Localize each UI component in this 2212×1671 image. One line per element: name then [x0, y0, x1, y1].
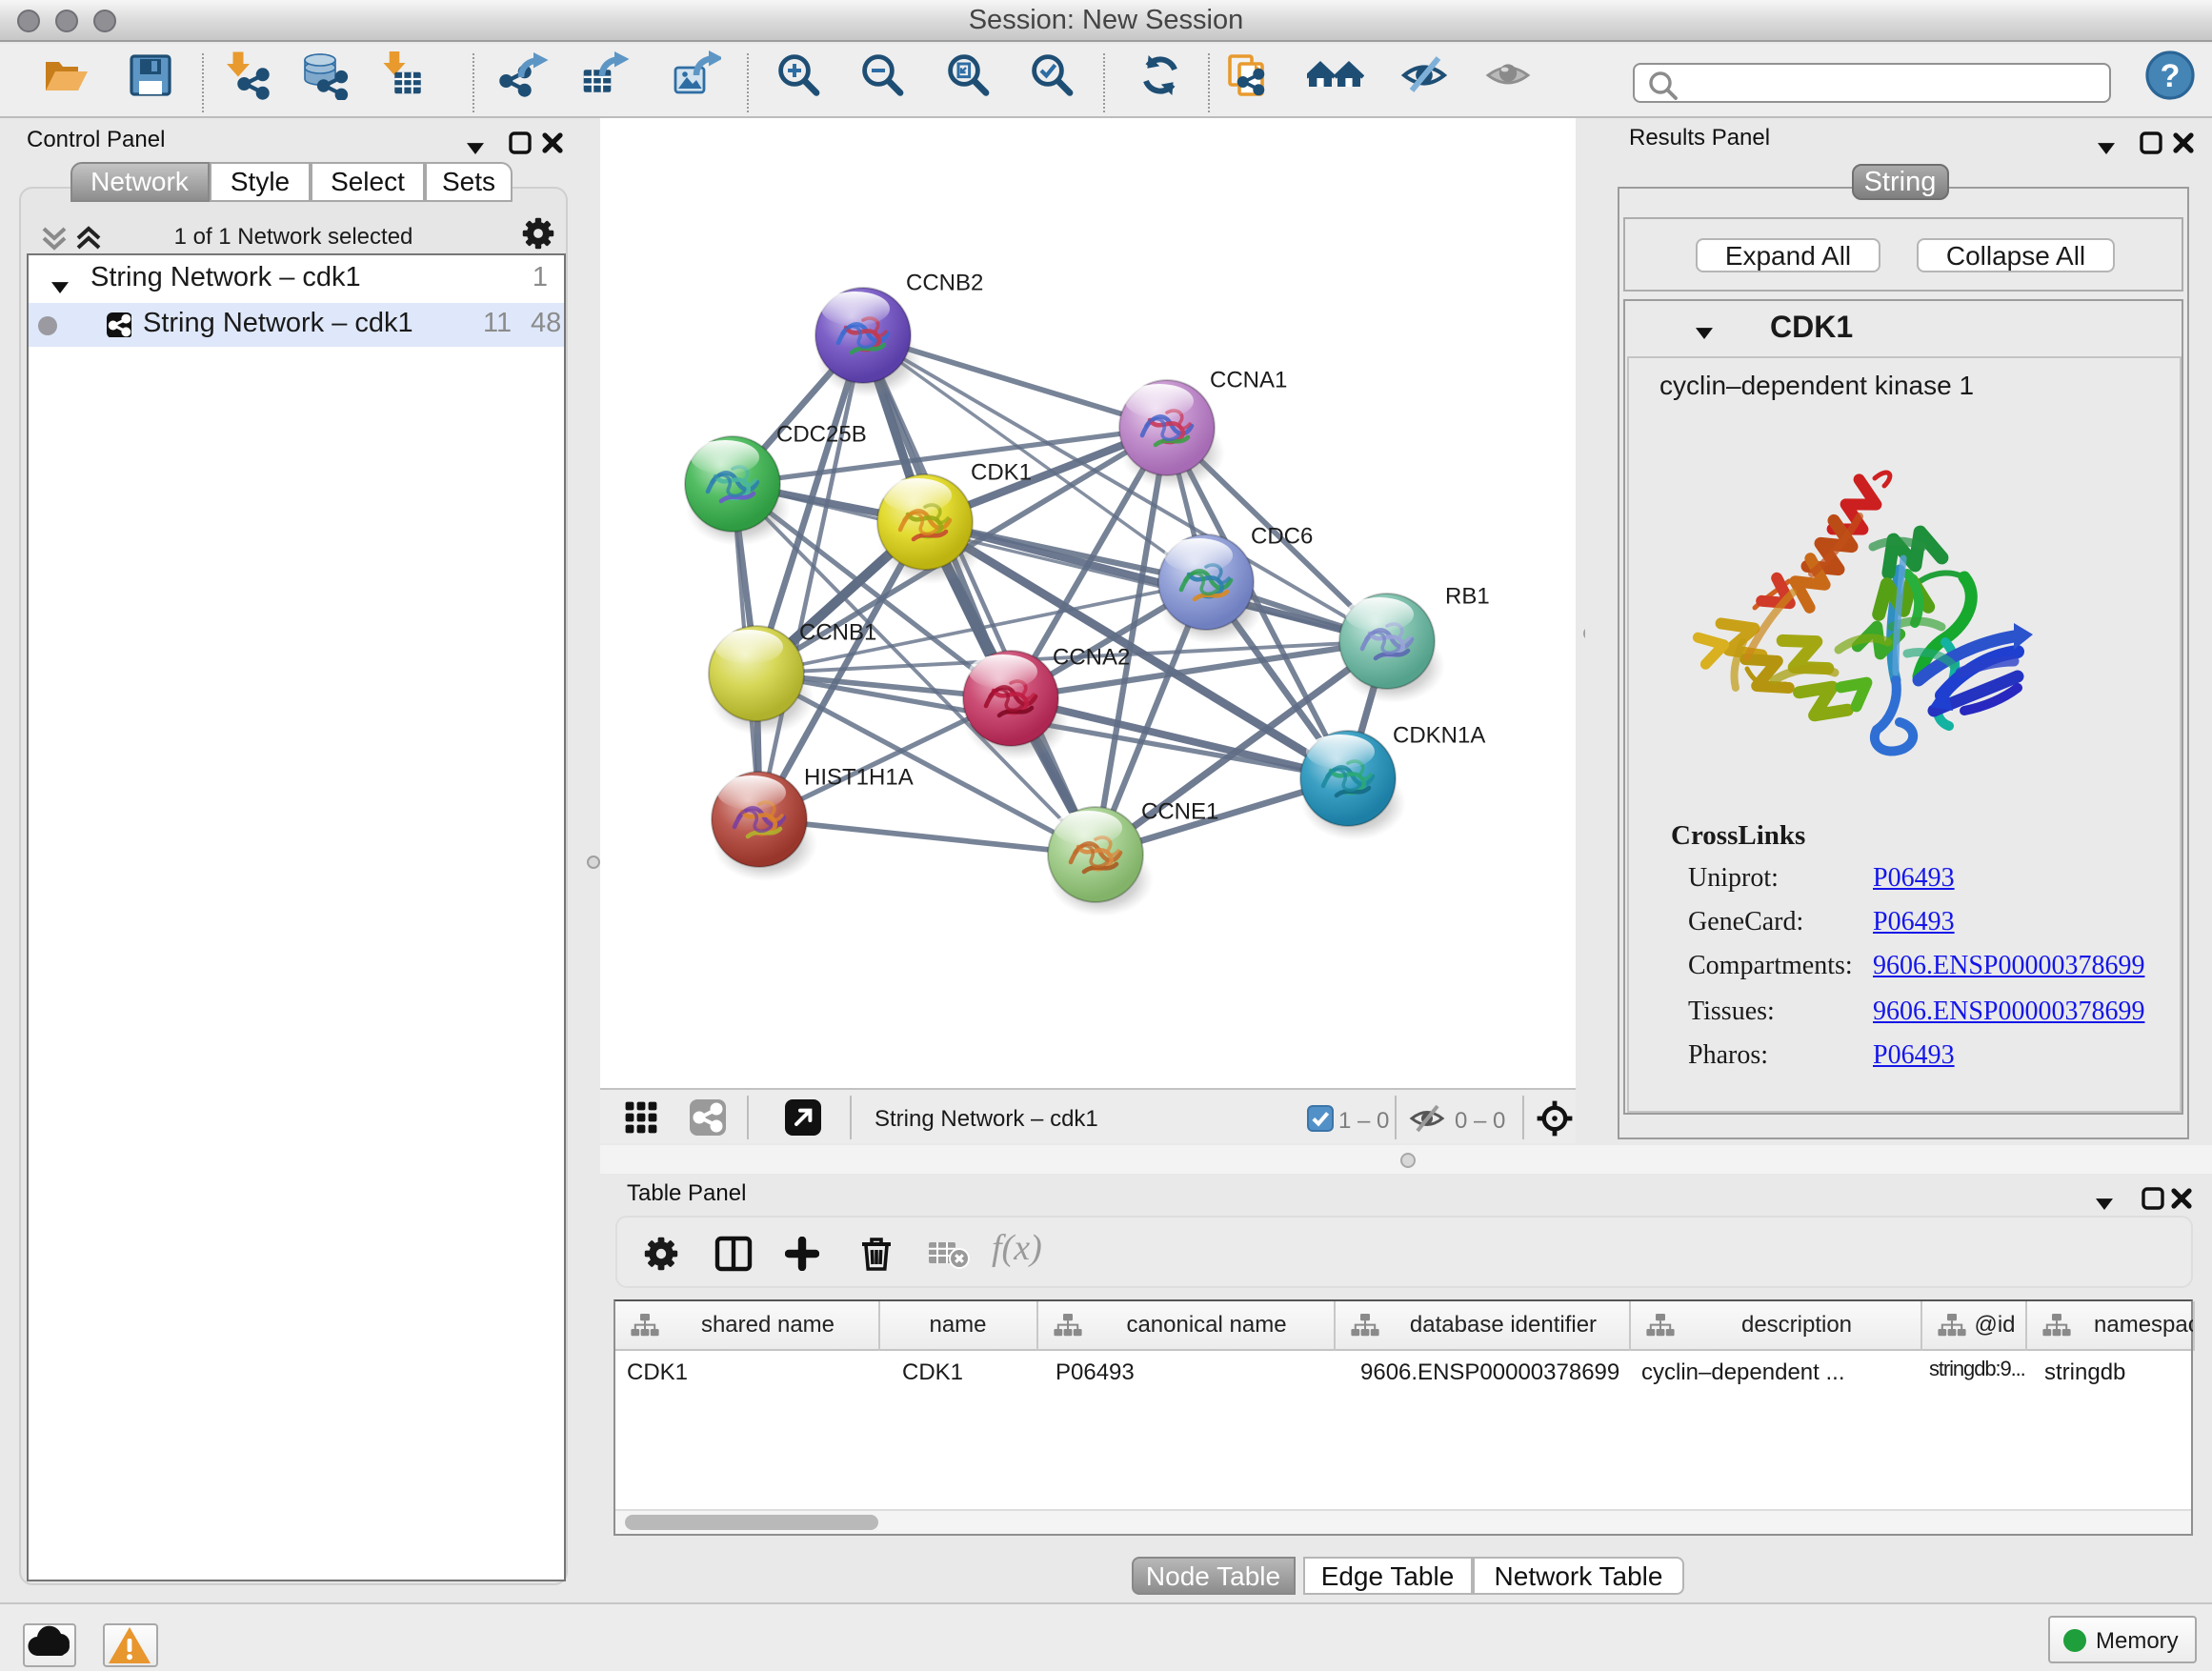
svg-text:CDKN1A: CDKN1A	[1392, 722, 1484, 748]
svg-text:CDC25B: CDC25B	[775, 421, 866, 447]
svg-text:CCNE1: CCNE1	[1140, 798, 1217, 824]
svg-text:CCNB1: CCNB1	[798, 619, 875, 645]
svg-text:CCNB2: CCNB2	[905, 270, 982, 295]
svg-text:RB1: RB1	[1444, 583, 1489, 609]
svg-text:HIST1H1A: HIST1H1A	[803, 764, 913, 790]
svg-text:CCNA2: CCNA2	[1052, 644, 1129, 670]
svg-text:CCNA1: CCNA1	[1209, 367, 1286, 393]
svg-text:?: ?	[2160, 57, 2180, 93]
svg-text:CDK1: CDK1	[970, 459, 1031, 485]
svg-text:CDC6: CDC6	[1250, 523, 1312, 549]
